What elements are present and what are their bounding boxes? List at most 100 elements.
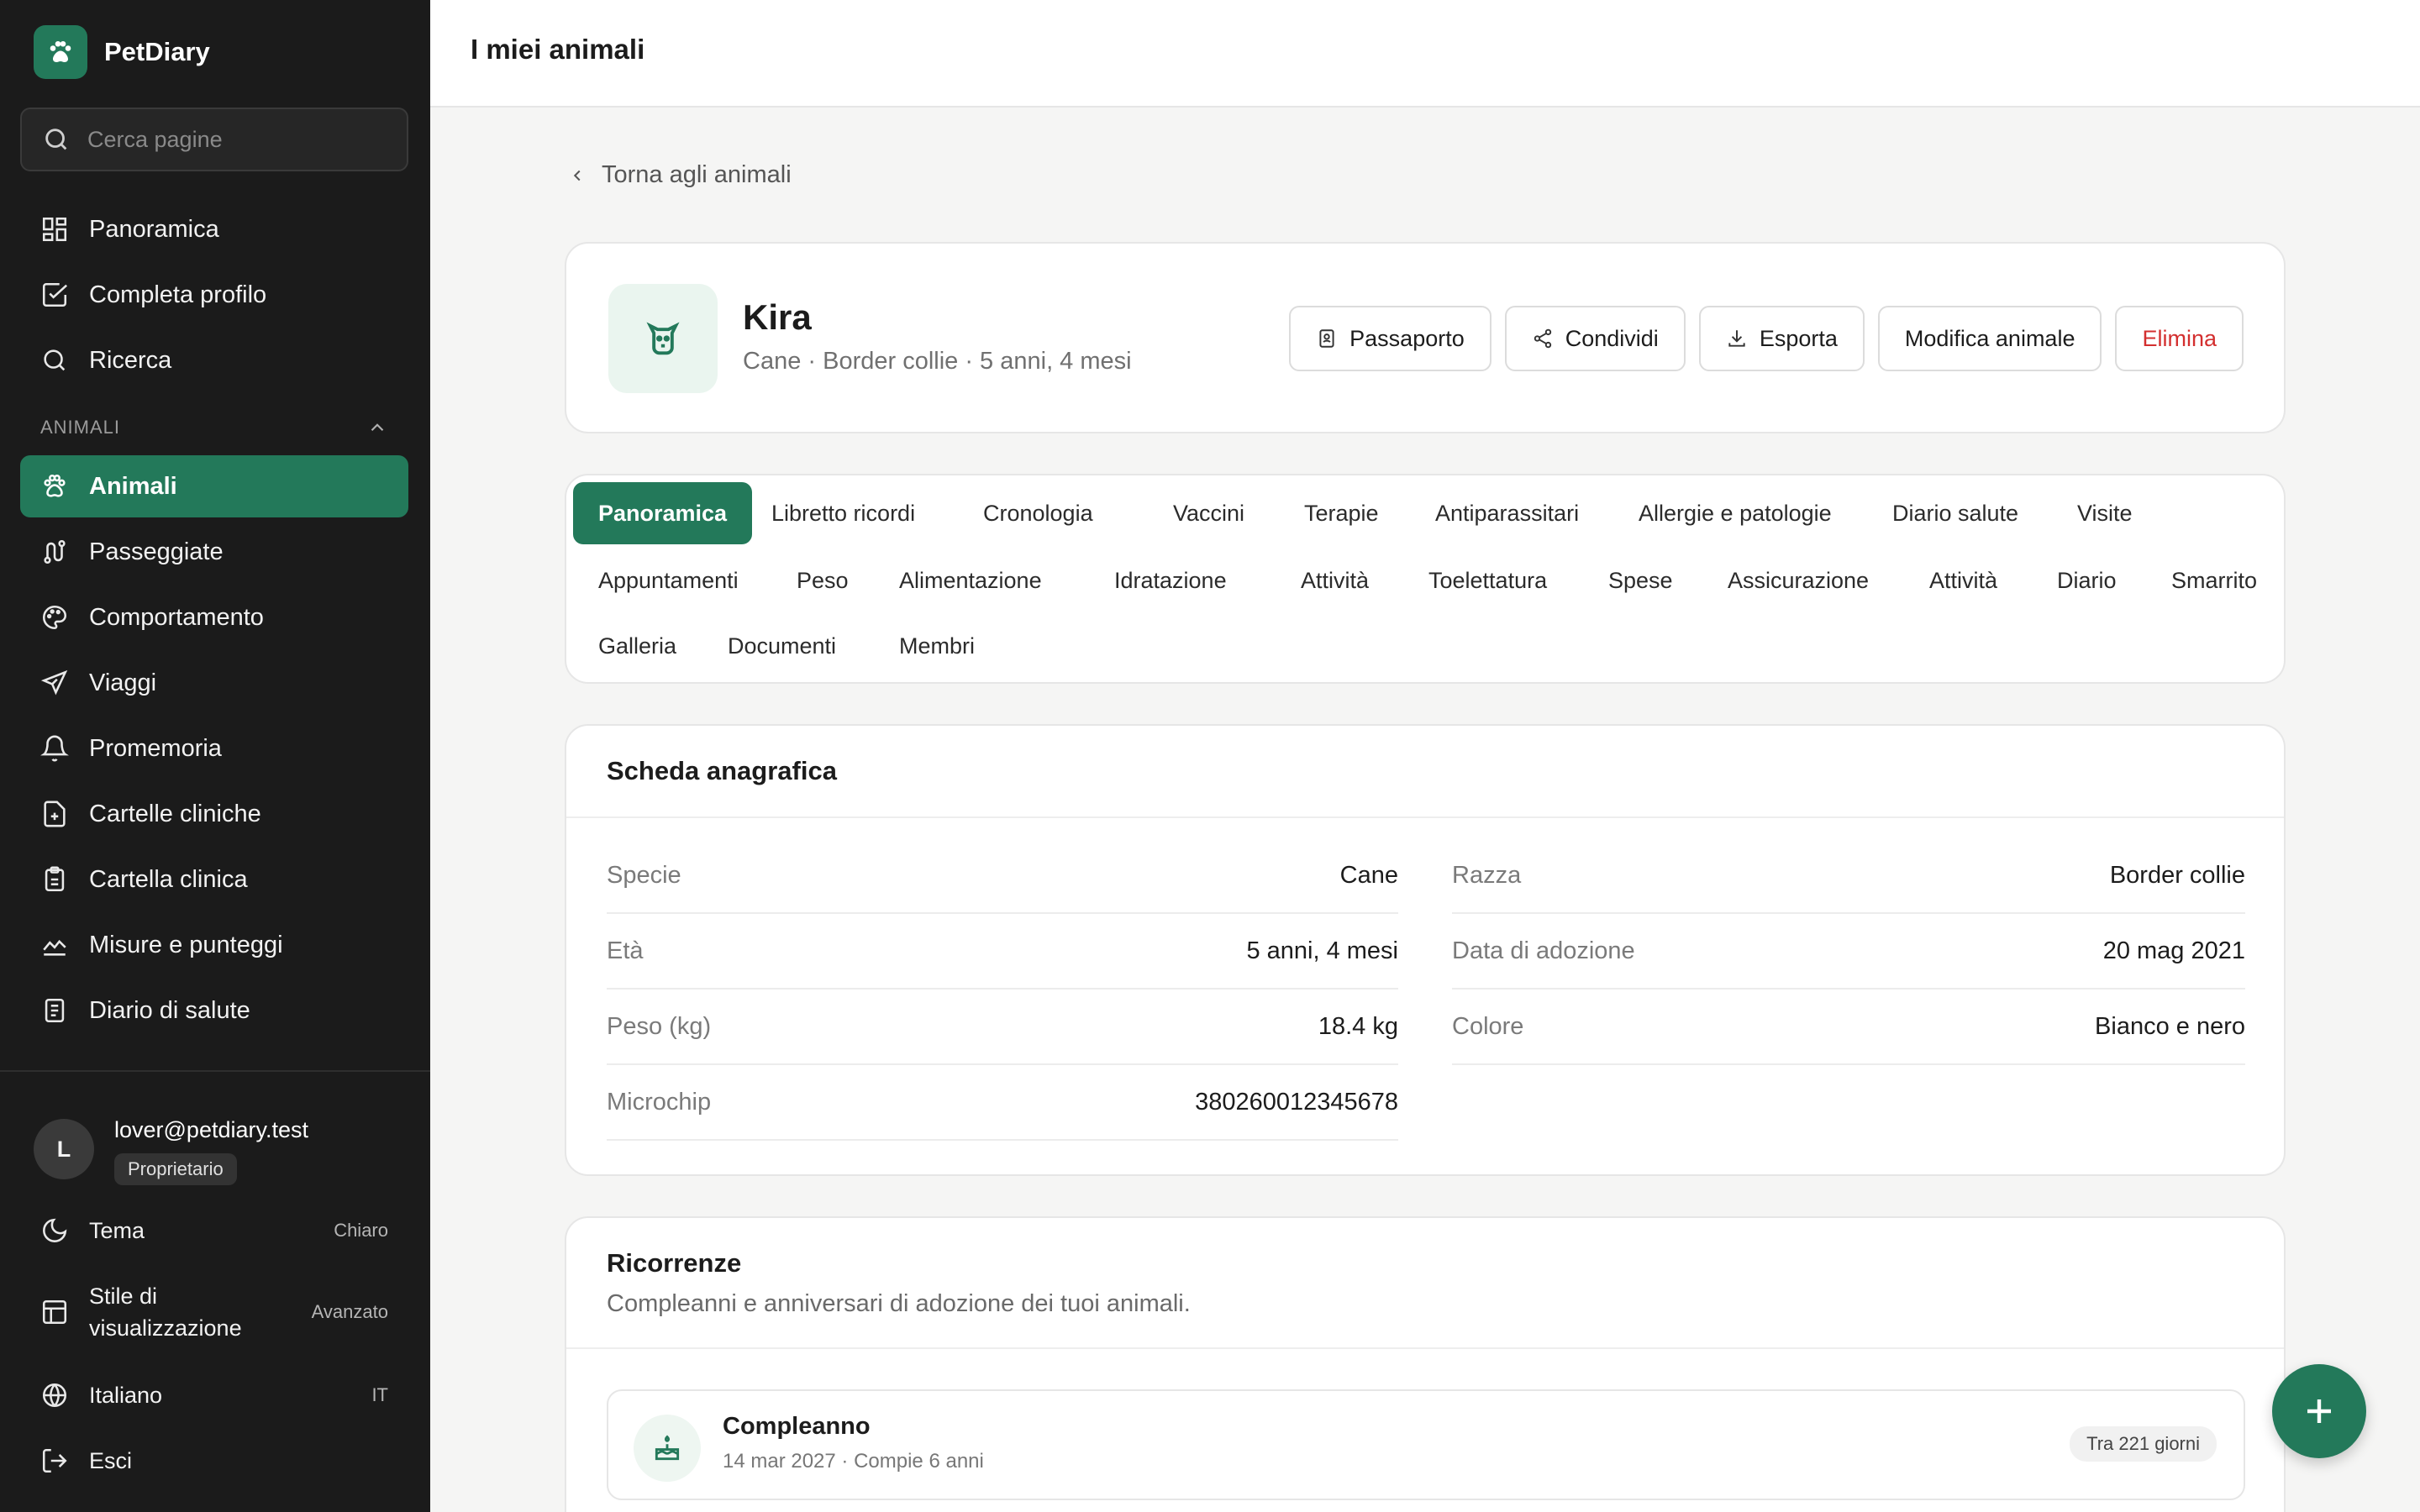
logout-button[interactable]: Esci xyxy=(40,1446,388,1475)
user-email: lover@petdiary.test xyxy=(114,1117,309,1142)
passport-button[interactable]: Passaporto xyxy=(1289,306,1491,371)
plane-icon xyxy=(40,669,68,696)
sidebar-item-comportamento[interactable]: Comportamento xyxy=(20,586,408,648)
sidebar-item-label: Comportamento xyxy=(89,603,264,631)
language-value: IT xyxy=(371,1384,388,1405)
passport-icon xyxy=(1319,329,1334,348)
tab-spese[interactable]: Spese xyxy=(1583,549,1698,612)
passport-label: Passaporto xyxy=(1349,325,1465,351)
chevron-left-icon xyxy=(573,170,581,181)
back-link[interactable]: Torna agli animali xyxy=(568,161,792,189)
sidebar: PetDiary Cerca pagine Panoramica Complet… xyxy=(0,0,430,1512)
role-badge: Proprietario xyxy=(114,1153,237,1185)
pet-actions: Passaporto Condividi Esporta Modifica an… xyxy=(1289,306,2244,371)
tab-galleria[interactable]: Galleria xyxy=(573,615,702,677)
sidebar-item-panoramica[interactable]: Panoramica xyxy=(20,198,408,260)
tab-diario[interactable]: Diario xyxy=(2032,549,2142,612)
field-value: 5 anni, 4 mesi xyxy=(1246,937,1398,964)
pet-header-card: Kira Cane · Border collie · 5 anni, 4 me… xyxy=(565,242,2286,433)
download-icon xyxy=(1728,330,1745,347)
tab-visite[interactable]: Visite xyxy=(2052,482,2158,544)
plus-icon xyxy=(2307,1399,2331,1423)
sidebar-item-label: Cartelle cliniche xyxy=(89,800,261,827)
sidebar-item-cartelle-cliniche[interactable]: Cartelle cliniche xyxy=(20,783,408,845)
dog-face-icon xyxy=(646,322,680,355)
field-data-adozione: Data di adozione 20 mag 2021 xyxy=(1452,914,2245,990)
tab-panoramica[interactable]: Panoramica xyxy=(573,482,753,544)
app-name: PetDiary xyxy=(104,37,210,66)
user-profile[interactable]: L lover@petdiary.test Proprietario xyxy=(34,1114,308,1185)
sidebar-item-cartella-clinica[interactable]: Cartella clinica xyxy=(20,848,408,911)
section-toggle-animali[interactable]: ANIMALI xyxy=(40,417,388,438)
tab-idratazione[interactable]: Idratazione xyxy=(1089,549,1252,612)
sidebar-item-promemoria[interactable]: Promemoria xyxy=(20,717,408,780)
theme-setting[interactable]: Tema Chiaro xyxy=(40,1216,388,1245)
share-icon xyxy=(1534,328,1551,349)
logout-icon xyxy=(42,1448,67,1473)
recurrence-meta: 14 mar 2027 · Compie 6 anni xyxy=(723,1450,984,1473)
sidebar-item-label: Misure e punteggi xyxy=(89,931,283,958)
sidebar-item-diario-di-salute[interactable]: Diario di salute xyxy=(20,979,408,1042)
tab-assicurazione[interactable]: Assicurazione xyxy=(1702,549,1894,612)
moon-icon xyxy=(43,1218,67,1242)
tab-vaccini[interactable]: Vaccini xyxy=(1148,482,1270,544)
recurrences-title: Ricorrenze xyxy=(607,1248,742,1278)
brand[interactable]: PetDiary xyxy=(34,25,210,79)
tab-appuntamenti[interactable]: Appuntamenti xyxy=(573,549,764,612)
field-microchip: Microchip 380260012345678 xyxy=(607,1065,1398,1141)
field-value: 20 mag 2021 xyxy=(2102,937,2245,964)
edit-pet-button[interactable]: Modifica animale xyxy=(1877,306,2102,371)
add-fab-button[interactable] xyxy=(2272,1364,2366,1458)
paw-icon xyxy=(44,474,66,497)
cake-icon xyxy=(634,1415,701,1482)
export-button[interactable]: Esporta xyxy=(1698,306,1865,371)
export-label: Esporta xyxy=(1759,325,1838,351)
logout-label: Esci xyxy=(89,1447,133,1473)
recurrence-item[interactable]: Compleanno 14 mar 2027 · Compie 6 anni T… xyxy=(607,1389,2245,1500)
sidebar-item-completa-profilo[interactable]: Completa profilo xyxy=(20,264,408,326)
recurrence-title: Compleanno xyxy=(723,1413,871,1440)
language-setting[interactable]: Italiano IT xyxy=(40,1381,388,1410)
tab-antiparassitari[interactable]: Antiparassitari xyxy=(1410,482,1604,544)
clipboard-icon xyxy=(45,866,65,892)
tab-alimentazione[interactable]: Alimentazione xyxy=(874,549,1067,612)
tab-peso[interactable]: Peso xyxy=(771,549,874,612)
field-specie: Specie Cane xyxy=(607,838,1398,914)
pet-name: Kira xyxy=(743,297,812,337)
sidebar-item-animali[interactable]: Animali xyxy=(20,455,408,517)
field-label: Peso (kg) xyxy=(607,1012,712,1040)
field-label: Età xyxy=(607,937,644,964)
share-button[interactable]: Condividi xyxy=(1504,306,1686,371)
tab-attivita[interactable]: Attività xyxy=(1276,549,1394,612)
tab-terapie[interactable]: Terapie xyxy=(1279,482,1404,544)
field-peso: Peso (kg) 18.4 kg xyxy=(607,990,1398,1065)
tab-allergie-patologie[interactable]: Allergie e patologie xyxy=(1613,482,1857,544)
tab-smarrito[interactable]: Smarrito xyxy=(2146,549,2282,612)
recurrences-subtitle: Compleanni e anniversari di adozione dei… xyxy=(607,1290,1191,1317)
view-style-value: Avanzato xyxy=(311,1301,388,1322)
view-style-setting[interactable]: Stile di visualizzazione Avanzato xyxy=(40,1280,388,1344)
section-label: ANIMALI xyxy=(40,417,121,438)
sidebar-item-passeggiate[interactable]: Passeggiate xyxy=(20,521,408,583)
tab-attivita-2[interactable]: Attività xyxy=(1904,549,2023,612)
tab-diario-salute[interactable]: Diario salute xyxy=(1867,482,2044,544)
notebook-icon xyxy=(45,998,65,1023)
sidebar-item-viaggi[interactable]: Viaggi xyxy=(20,652,408,714)
recurrences-card: Ricorrenze Compleanni e anniversari di a… xyxy=(565,1216,2286,1512)
sidebar-item-misure[interactable]: Misure e punteggi xyxy=(20,914,408,976)
tab-libretto-ricordi[interactable]: Libretto ricordi xyxy=(746,482,940,544)
tab-documenti[interactable]: Documenti xyxy=(702,615,861,677)
sidebar-item-ricerca[interactable]: Ricerca xyxy=(20,329,408,391)
page-title: I miei animali xyxy=(471,34,645,65)
sidebar-footer: L lover@petdiary.test Proprietario Tema … xyxy=(0,1070,430,1512)
tab-cronologia[interactable]: Cronologia xyxy=(958,482,1118,544)
field-label: Colore xyxy=(1452,1012,1524,1040)
search-input[interactable]: Cerca pagine xyxy=(20,108,408,171)
delete-pet-button[interactable]: Elimina xyxy=(2115,306,2244,371)
checkbox-icon xyxy=(42,282,68,307)
route-icon xyxy=(44,539,66,564)
field-label: Data di adozione xyxy=(1452,937,1635,964)
tab-membri[interactable]: Membri xyxy=(874,615,1000,677)
tab-toelettatura[interactable]: Toelettatura xyxy=(1403,549,1572,612)
pet-tabs: Panoramica Libretto ricordi Cronologia V… xyxy=(565,474,2286,684)
